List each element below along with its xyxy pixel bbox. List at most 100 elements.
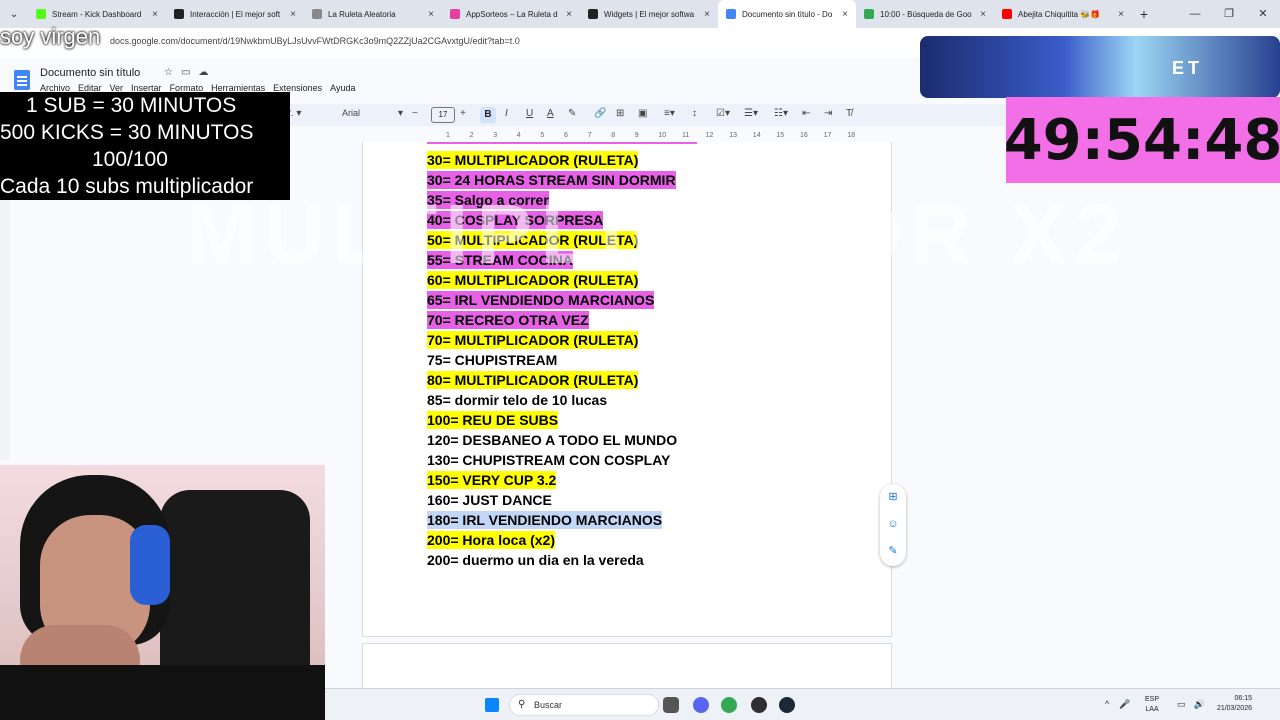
document-page[interactable]: 30= MULTIPLICADOR (RULETA) 30= 24 HORAS S… [362, 142, 892, 637]
ruler-number: 16 [800, 132, 808, 139]
font-dropdown[interactable]: Arial [342, 108, 360, 118]
link-icon[interactable]: 🔗 [594, 108, 606, 119]
star-icon[interactable]: ☆ [164, 67, 173, 78]
maximize-icon[interactable]: ❐ [1212, 0, 1246, 28]
vertical-ruler[interactable] [0, 200, 10, 460]
decrease-font-icon[interactable]: − [412, 108, 418, 119]
document-body[interactable]: 30= MULTIPLICADOR (RULETA) 30= 24 HORAS S… [427, 150, 887, 570]
document-line[interactable]: 55= STREAM COCINA [427, 250, 887, 270]
document-line[interactable]: 130= CHUPISTREAM CON COSPLAY [427, 450, 887, 470]
document-line[interactable]: 150= VERY CUP 3.2 [427, 470, 887, 490]
browser-tab[interactable]: Documento sin título - Do × [718, 0, 856, 28]
url-field[interactable]: docs.google.com/document/d/19NwkbmUByLJs… [110, 36, 520, 46]
volume-icon[interactable]: 🔊 [1194, 699, 1205, 710]
add-emoji-icon[interactable]: ☺ [880, 511, 906, 538]
steam-icon[interactable] [779, 697, 795, 713]
document-line[interactable]: 70= RECREO OTRA VEZ [427, 310, 887, 330]
checklist-icon[interactable]: ☑▾ [716, 108, 730, 119]
align-icon[interactable]: ≡▾ [664, 108, 675, 119]
show-hidden-icons-icon[interactable]: ^ [1105, 699, 1109, 710]
document-line[interactable]: 60= MULTIPLICADOR (RULETA) [427, 270, 887, 290]
increase-indent-icon[interactable]: ⇥ [824, 108, 832, 119]
suggest-edits-icon[interactable]: ✎ [880, 538, 906, 565]
tab-favicon-icon [174, 9, 184, 19]
font-size-input[interactable]: 17 [431, 107, 455, 123]
chrome-icon[interactable] [721, 697, 737, 713]
comment-icon[interactable]: ⊞ [616, 108, 624, 119]
image-icon[interactable]: ▣ [638, 108, 647, 119]
document-line[interactable]: 160= JUST DANCE [427, 490, 887, 510]
tab-close-icon[interactable]: × [290, 9, 296, 20]
document-line[interactable]: 85= dormir telo de 10 lucas [427, 390, 887, 410]
document-line-text: 70= RECREO OTRA VEZ [427, 311, 589, 329]
font-dropdown-chevron-icon[interactable]: ▾ [398, 108, 403, 119]
ruler-number: 8 [611, 132, 616, 139]
browser-tab[interactable]: Abejita Chiquitita 🐝🎁 × [994, 0, 1132, 28]
browser-tab[interactable]: 10:00 - Búsqueda de Goo × [856, 0, 994, 28]
tab-close-icon[interactable]: × [152, 9, 158, 20]
network-icon[interactable]: ▭ [1177, 699, 1186, 710]
increase-font-icon[interactable]: + [460, 108, 466, 119]
move-folder-icon[interactable]: ▭ [181, 67, 190, 78]
document-line[interactable]: 65= IRL VENDIENDO MARCIANOS [427, 290, 887, 310]
tab-close-icon[interactable]: × [428, 9, 434, 20]
bullet-list-icon[interactable]: ☰▾ [744, 108, 758, 119]
windows-start-icon[interactable] [485, 698, 499, 712]
clock-date: 21/03/2026 [1216, 705, 1252, 712]
browser-tab[interactable]: Widgets | El mejor softwa × [580, 0, 718, 28]
italic-button[interactable]: I [505, 108, 508, 119]
document-line[interactable]: 200= Hora loca (x2) [427, 530, 887, 550]
microphone-icon[interactable]: 🎤 [1119, 699, 1130, 710]
styles-dropdown[interactable]: r. ▾ [288, 108, 301, 119]
headset-shape [130, 525, 170, 605]
clock[interactable]: 06:15 21/03/2026 [1217, 694, 1252, 714]
line-spacing-icon[interactable]: ↕ [692, 108, 697, 119]
underline-button[interactable]: U [526, 108, 533, 119]
document-line[interactable]: 30= 24 HORAS STREAM SIN DORMIR [427, 170, 887, 190]
highlight-icon[interactable]: ✎ [568, 108, 576, 119]
minimize-icon[interactable]: — [1178, 0, 1212, 28]
document-line[interactable]: 200= duermo un dia en la vereda [427, 550, 887, 570]
tab-close-icon[interactable]: × [566, 9, 572, 20]
document-title[interactable]: Documento sin título [40, 67, 140, 79]
horizontal-ruler[interactable]: 1 2 3 4 5 6 7 8 9 10 11 12 13 14 15 16 17 18 [362, 130, 892, 142]
obs-icon[interactable] [751, 697, 767, 713]
browser-tab[interactable]: Interacción | El mejor soft × [166, 0, 304, 28]
tab-close-icon[interactable]: × [980, 9, 986, 20]
clear-formatting-icon[interactable]: T̸ [846, 108, 852, 119]
document-line[interactable]: 70= MULTIPLICADOR (RULETA) [427, 330, 887, 350]
tab-close-icon[interactable]: × [1118, 9, 1124, 20]
document-line[interactable]: 100= REU DE SUBS [427, 410, 887, 430]
browser-tab[interactable]: AppSorteos – La Ruleta d × [442, 0, 580, 28]
task-view-icon[interactable] [663, 697, 679, 713]
clock-time: 06:15 [1234, 695, 1252, 702]
tab-close-icon[interactable]: × [842, 9, 848, 20]
document-line[interactable]: 180= IRL VENDIENDO MARCIANOS [427, 510, 887, 530]
tab-close-icon[interactable]: × [704, 9, 710, 20]
browser-tab[interactable]: La Ruleta Aleatoria × [304, 0, 442, 28]
discord-icon[interactable] [693, 697, 709, 713]
close-window-icon[interactable]: ✕ [1246, 0, 1280, 28]
add-comment-icon[interactable]: ⊞ [880, 484, 906, 511]
new-tab-button[interactable]: + [1132, 6, 1156, 22]
document-line[interactable]: 120= DESBANEO A TODO EL MUNDO [427, 430, 887, 450]
docs-logo-icon[interactable] [14, 70, 30, 90]
document-line[interactable]: 40= COSPLAY SORPRESA [427, 210, 887, 230]
numbered-list-icon[interactable]: ☷▾ [774, 108, 788, 119]
document-line-text: 30= 24 HORAS STREAM SIN DORMIR [427, 171, 676, 189]
decrease-indent-icon[interactable]: ⇤ [802, 108, 810, 119]
document-line[interactable]: 75= CHUPISTREAM [427, 350, 887, 370]
document-line-text: 75= CHUPISTREAM [427, 352, 558, 368]
cloud-status-icon[interactable]: ☁ [198, 67, 208, 78]
language-indicator[interactable]: ESP LAA [1145, 695, 1159, 715]
document-line[interactable]: 30= MULTIPLICADOR (RULETA) [427, 150, 887, 170]
document-line[interactable]: 80= MULTIPLICADOR (RULETA) [427, 370, 887, 390]
bold-button[interactable]: B [480, 107, 496, 123]
text-color-button[interactable]: A [547, 108, 554, 119]
tab-label: Stream - Kick Dashboard [52, 9, 142, 19]
menu-item[interactable]: Ayuda [330, 83, 355, 93]
document-line[interactable]: 50= MULTIPLICADOR (RULETA) [427, 230, 887, 250]
taskbar-search[interactable]: ⚲ Buscar [509, 694, 659, 716]
document-line-text: 120= DESBANEO A TODO EL MUNDO [427, 432, 678, 448]
document-line[interactable]: 35= Salgo a correr [427, 190, 887, 210]
